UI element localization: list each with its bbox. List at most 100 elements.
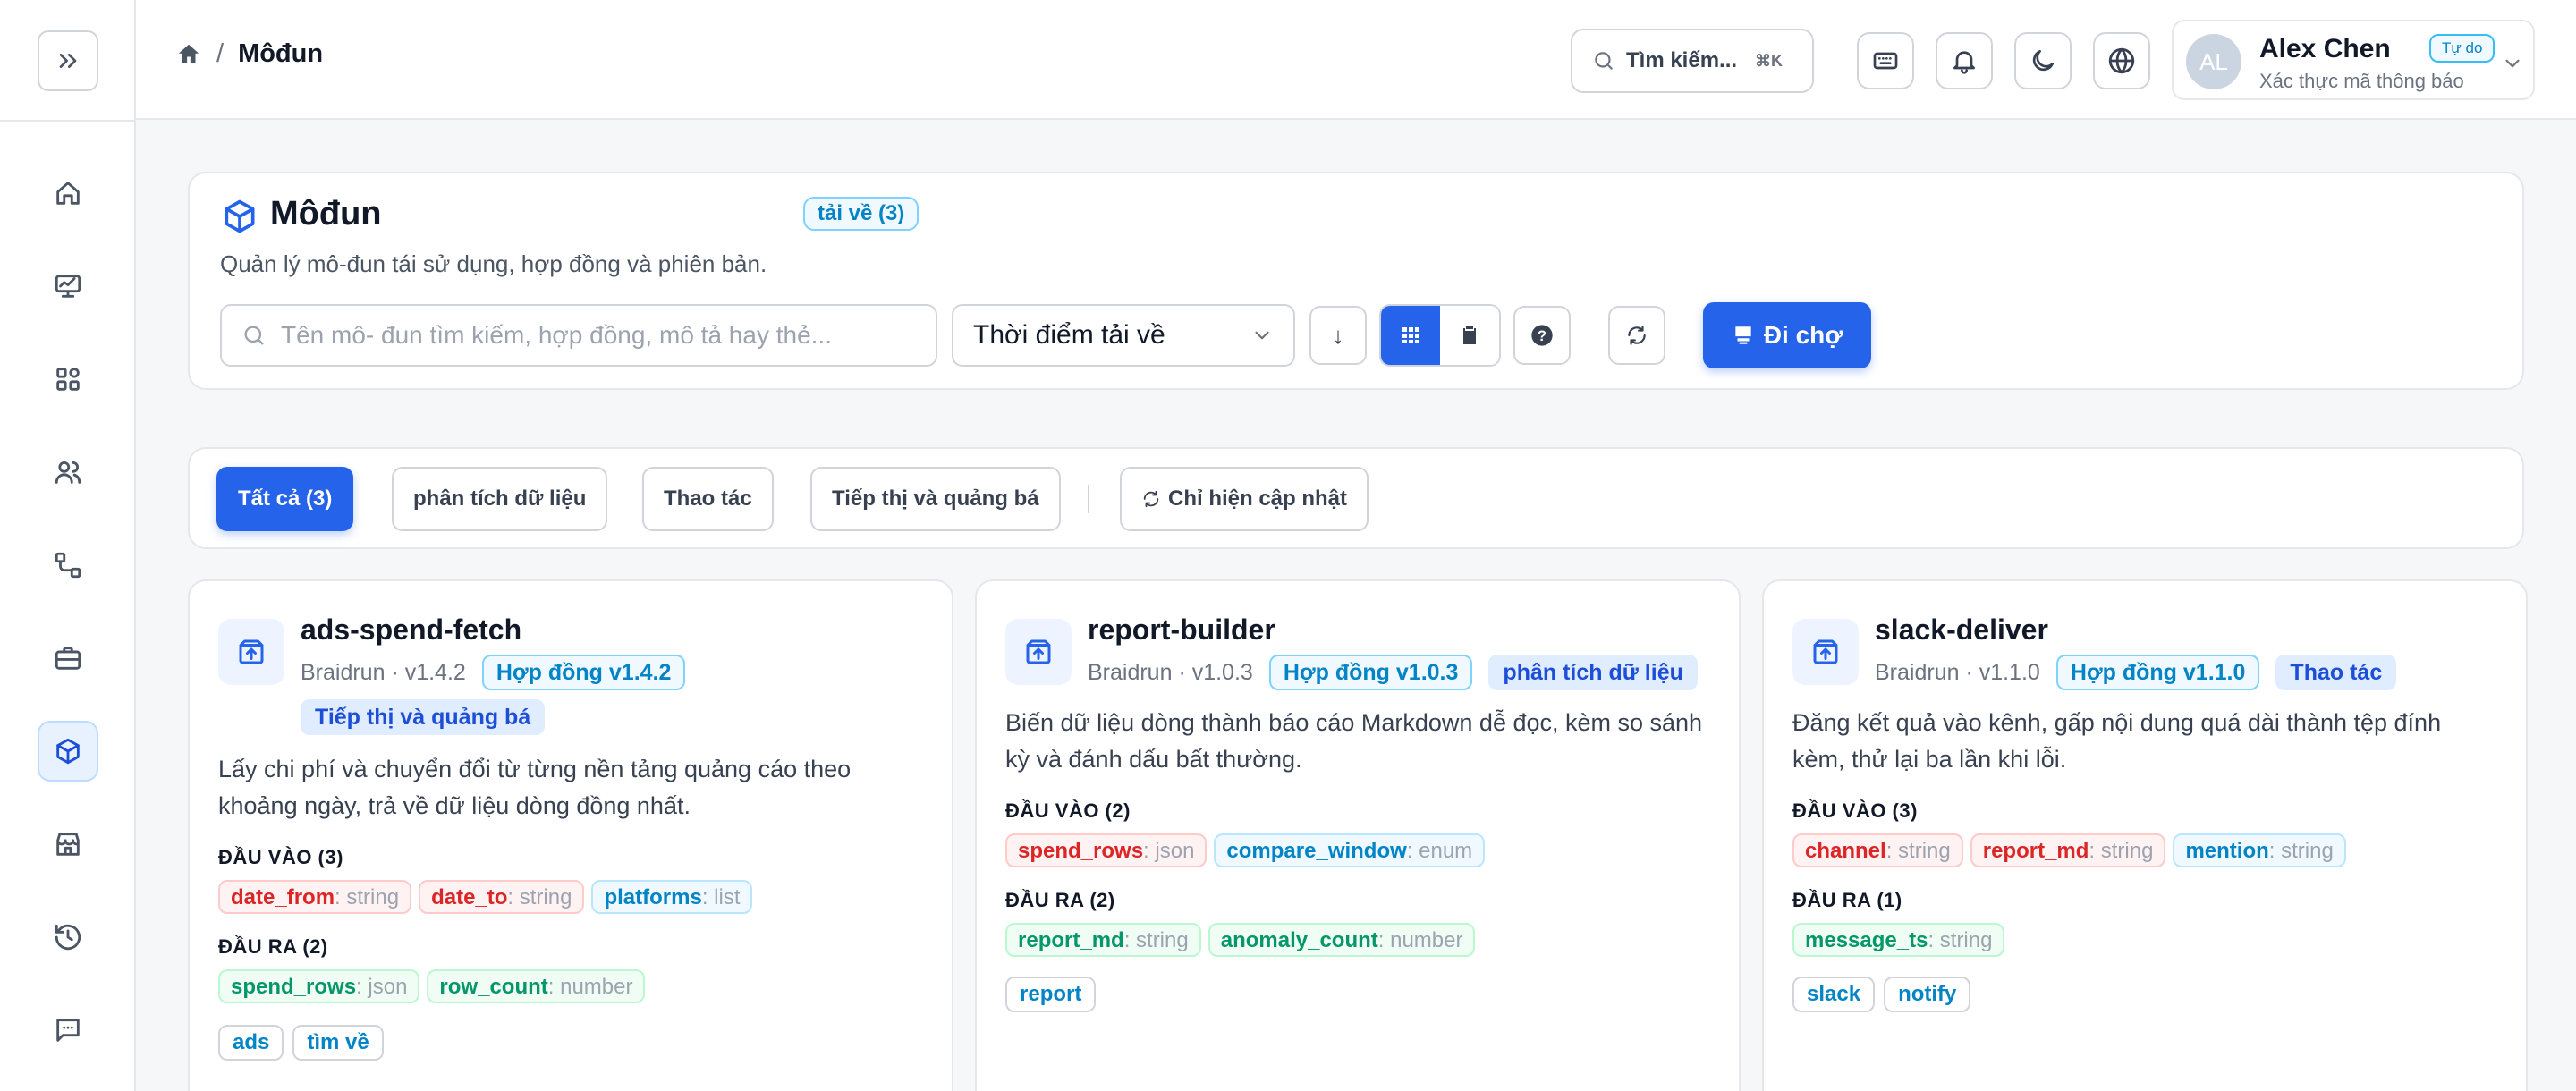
- module-name: slack-deliver: [1875, 613, 2048, 646]
- user-name: Alex Chen: [2259, 34, 2391, 63]
- notifications-button[interactable]: [1936, 32, 1993, 89]
- sidebar-item-home[interactable]: [38, 163, 98, 224]
- input-param: channel: string: [1792, 833, 1963, 867]
- category-badge: Tiếp thị và quảng bá: [301, 699, 546, 735]
- monitor-chart-icon: [55, 275, 81, 298]
- module-card[interactable]: ads-spend-fetch Braidrun · v1.4.2 Hợp đồ…: [188, 579, 953, 1091]
- module-description: Lấy chi phí và chuyển đổi từ từng nền tả…: [218, 756, 852, 819]
- module-card[interactable]: report-builder Braidrun · v1.0.3 Hợp đồn…: [975, 579, 1741, 1091]
- input-param: date_to: string: [419, 880, 585, 914]
- module-meta: Braidrun · v1.4.2 Hợp đồng v1.4.2 Tiếp t…: [301, 655, 930, 735]
- output-param: anomaly_count: number: [1208, 923, 1476, 957]
- sort-select[interactable]: Thời điểm tải về: [952, 304, 1295, 367]
- module-tags: ads tìm về: [218, 1025, 384, 1061]
- keyboard-shortcuts-button[interactable]: [1857, 32, 1914, 89]
- module-description: Biến dữ liệu dòng thành báo cáo Markdown…: [1005, 709, 1703, 773]
- inputs-title: ĐẦU VÀO (2): [1005, 799, 1131, 822]
- history-icon: [55, 924, 81, 951]
- category-filter-bar: Tất cả (3) phân tích dữ liệu Thao tác Ti…: [188, 447, 2524, 549]
- module-card[interactable]: slack-deliver Braidrun · v1.1.0 Hợp đồng…: [1762, 579, 2528, 1091]
- page-title: Môđun: [270, 195, 382, 233]
- view-mode-toggle: [1379, 304, 1501, 367]
- inputs-title: ĐẦU VÀO (3): [218, 846, 343, 868]
- list-view-button[interactable]: [1440, 306, 1499, 365]
- module-tag[interactable]: report: [1005, 977, 1097, 1012]
- contract-badge: Hợp đồng v1.0.3: [1268, 655, 1473, 690]
- module-tag[interactable]: notify: [1884, 977, 1971, 1012]
- home-icon[interactable]: [175, 41, 202, 68]
- filter-chip-all[interactable]: Tất cả (3): [216, 467, 354, 531]
- global-search-button[interactable]: Tìm kiếm... ⌘K: [1571, 29, 1814, 93]
- package-icon: [1813, 639, 1838, 664]
- module-meta: Braidrun · v1.0.3 Hợp đồng v1.0.3 phân t…: [1088, 655, 1717, 690]
- search-icon: [244, 326, 264, 345]
- help-button[interactable]: ?: [1513, 306, 1571, 365]
- grid-view-button[interactable]: [1381, 306, 1440, 365]
- sidebar-item-briefcase[interactable]: [38, 628, 98, 689]
- module-name: ads-spend-fetch: [301, 613, 522, 646]
- module-version: Braidrun · v1.4.2: [301, 659, 466, 685]
- filter-chip-operations[interactable]: Thao tác: [642, 467, 774, 531]
- module-icon: [1005, 619, 1072, 685]
- marketplace-button[interactable]: Đi chợ: [1703, 302, 1871, 368]
- sort-direction-button[interactable]: ↓: [1309, 306, 1367, 365]
- module-tag[interactable]: tìm về: [292, 1025, 384, 1061]
- inputs-list: date_from: string date_to: string platfo…: [218, 880, 934, 914]
- filter-separator: [1088, 485, 1089, 513]
- category-badge: phân tích dữ liệu: [1488, 655, 1698, 690]
- module-tag[interactable]: ads: [218, 1025, 284, 1061]
- contract-badge: Hợp đồng v1.1.0: [2055, 655, 2260, 690]
- apps-grid-icon: [56, 368, 80, 391]
- category-badge: Thao tác: [2275, 655, 2397, 690]
- module-search-input[interactable]: [281, 321, 925, 350]
- package-icon: [1026, 639, 1051, 664]
- input-param: mention: string: [2173, 833, 2346, 867]
- refresh-button[interactable]: [1608, 306, 1665, 365]
- filter-chip-marketing[interactable]: Tiếp thị và quảng bá: [810, 467, 1061, 531]
- output-param: spend_rows: json: [218, 969, 420, 1003]
- briefcase-icon: [55, 647, 81, 670]
- module-search-field[interactable]: [220, 304, 937, 367]
- sidebar-item-workflow[interactable]: [38, 535, 98, 596]
- module-tag[interactable]: slack: [1792, 977, 1876, 1012]
- module-name: report-builder: [1088, 613, 1275, 646]
- outputs-title: ĐẦU RA (2): [1005, 889, 1115, 911]
- page-subtitle: Quản lý mô-đun tái sử dụng, hợp đồng và …: [220, 250, 767, 277]
- sidebar-item-store[interactable]: [38, 814, 98, 875]
- user-menu[interactable]: AL Alex Chen Tự do Xác thực mã thông báo: [2172, 20, 2535, 100]
- help-circle-icon: ?: [1531, 325, 1553, 346]
- clipboard-list-icon: [1463, 326, 1476, 344]
- chevrons-right-icon: [59, 53, 77, 68]
- sidebar-item-users[interactable]: [38, 442, 98, 503]
- sidebar-item-messages[interactable]: [38, 1000, 98, 1061]
- sort-select-value: Thời điểm tải về: [973, 320, 1165, 350]
- download-count-badge: tải về (3): [803, 197, 919, 231]
- sidebar-item-history[interactable]: [38, 907, 98, 968]
- module-tags: slack notify: [1792, 977, 1971, 1012]
- filter-chip-data-analysis[interactable]: phân tích dữ liệu: [392, 467, 608, 531]
- sidebar-toggle-button[interactable]: [38, 30, 98, 91]
- theme-toggle-button[interactable]: [2014, 32, 2072, 89]
- sidebar-item-modules[interactable]: [38, 721, 98, 782]
- marketplace-label: Đi chợ: [1763, 321, 1843, 349]
- search-shortcut: ⌘K: [1755, 51, 1784, 70]
- sidebar-divider: [0, 120, 136, 122]
- update-only-toggle[interactable]: Chỉ hiện cập nhật: [1120, 467, 1369, 531]
- avatar: AL: [2186, 34, 2241, 89]
- input-param: date_from: string: [218, 880, 412, 914]
- module-meta: Braidrun · v1.1.0 Hợp đồng v1.1.0 Thao t…: [1875, 655, 2504, 690]
- bell-icon: [1953, 51, 1975, 74]
- output-param: report_md: string: [1005, 923, 1201, 957]
- keyboard-icon: [1873, 52, 1898, 70]
- help-glyph: ?: [1538, 328, 1546, 344]
- store-icon: [1735, 326, 1751, 344]
- cube-icon: [56, 738, 80, 765]
- global-search-label: Tìm kiếm...: [1626, 48, 1738, 72]
- users-icon: [55, 461, 81, 484]
- chevron-down-icon: [2505, 59, 2520, 68]
- breadcrumb-separator: /: [216, 39, 225, 68]
- language-button[interactable]: [2093, 32, 2150, 89]
- sidebar-item-apps[interactable]: [38, 349, 98, 410]
- moon-icon: [2032, 50, 2054, 72]
- sidebar-item-monitor[interactable]: [38, 256, 98, 317]
